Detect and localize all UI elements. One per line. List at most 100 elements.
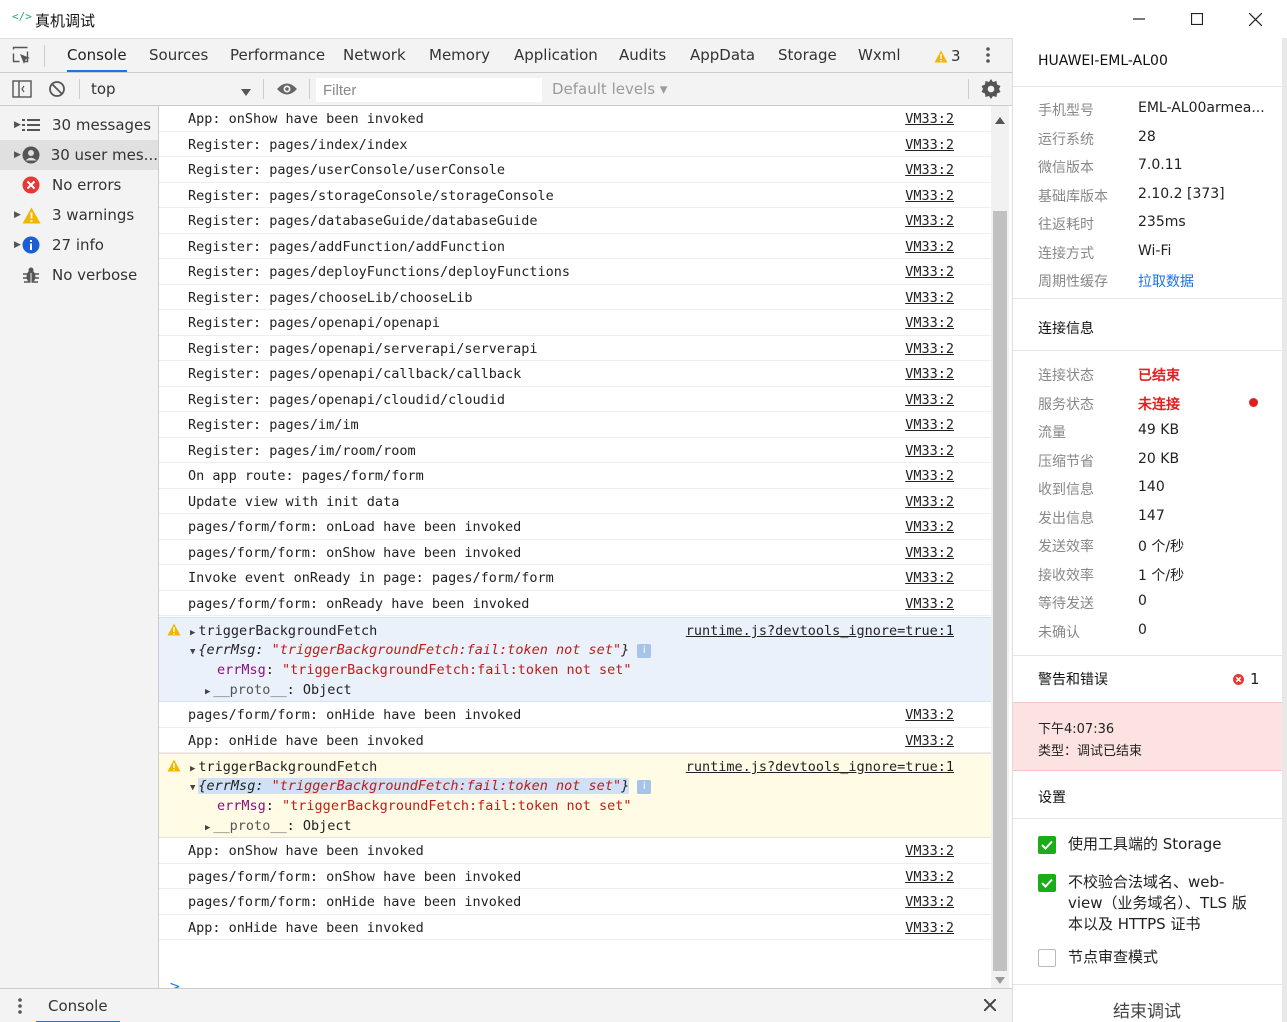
log-row[interactable]: pages/form/form: onShow have been invoke… — [159, 864, 991, 889]
tab-memory[interactable]: Memory — [429, 39, 490, 72]
sidebar-item-errors[interactable]: No errors — [0, 170, 158, 200]
expand-arrow-icon[interactable]: ▶ — [0, 120, 21, 130]
scrollbar-thumb[interactable] — [993, 211, 1007, 971]
log-row[interactable]: Register: pages/databaseGuide/databaseGu… — [159, 208, 991, 234]
close-window-button[interactable] — [1232, 6, 1278, 32]
sidebar-toggle-icon[interactable] — [12, 80, 32, 102]
tab-console[interactable]: Console — [67, 39, 127, 72]
source-link[interactable]: VM33:2 — [905, 707, 954, 723]
source-link[interactable]: VM33:2 — [905, 162, 954, 178]
source-link[interactable]: VM33:2 — [905, 545, 954, 561]
log-row[interactable]: Register: pages/storageConsole/storageCo… — [159, 183, 991, 208]
tab-wxml[interactable]: Wxml — [858, 39, 901, 72]
log-row[interactable]: Update view with init data VM33:2 — [159, 489, 991, 514]
alerts-count-badge[interactable]: 1 — [1233, 670, 1260, 688]
maximize-button[interactable] — [1174, 6, 1220, 32]
sidebar-item-info[interactable]: ▶ 27 info — [0, 230, 158, 260]
expand-arrow-icon[interactable]: ▶ — [190, 628, 195, 638]
source-link[interactable]: VM33:2 — [905, 869, 954, 885]
sidebar-item-warnings[interactable]: ▶ 3 warnings — [0, 200, 158, 230]
close-drawer-icon[interactable] — [983, 998, 997, 1015]
source-link[interactable]: VM33:2 — [905, 290, 954, 306]
log-row[interactable]: On app route: pages/form/form VM33:2 — [159, 463, 991, 489]
log-row[interactable]: pages/form/form: onLoad have been invoke… — [159, 514, 991, 540]
log-row[interactable]: Register: pages/chooseLib/chooseLib VM33:… — [159, 285, 991, 310]
log-row[interactable]: App: onHide have been invoked VM33:2 — [159, 915, 991, 940]
source-link[interactable]: VM33:2 — [905, 264, 954, 280]
more-options-icon[interactable] — [985, 45, 991, 69]
source-link[interactable]: VM33:2 — [905, 111, 954, 127]
source-link[interactable]: VM33:2 — [905, 417, 954, 433]
alert-item[interactable]: 下午4:07:36 类型：调试已结束 — [1013, 702, 1287, 771]
gear-icon[interactable] — [981, 79, 1001, 103]
expand-arrow-icon[interactable]: ▶ — [190, 764, 195, 774]
dropdown-arrow-icon[interactable] — [241, 85, 251, 101]
log-row[interactable]: Register: pages/index/index VM33:2 — [159, 132, 991, 157]
source-link[interactable]: VM33:2 — [905, 733, 954, 749]
source-link[interactable]: VM33:2 — [905, 443, 954, 459]
log-row[interactable]: pages/form/form: onHide have been invoke… — [159, 889, 991, 915]
source-link[interactable]: VM33:2 — [905, 341, 954, 357]
log-row[interactable]: App: onShow have been invoked VM33:2 — [159, 838, 991, 864]
log-row[interactable]: Register: pages/userConsole/userConsole V… — [159, 157, 991, 183]
source-link[interactable]: VM33:2 — [905, 570, 954, 586]
sidebar-item-messages[interactable]: ▶ 30 messages — [0, 110, 158, 140]
end-debug-button[interactable]: 结束调试 — [1113, 997, 1181, 1022]
log-row[interactable]: App: onHide have been invoked VM33:2 — [159, 728, 991, 753]
expand-arrow-icon[interactable]: ▶ — [205, 823, 210, 833]
source-link[interactable]: VM33:2 — [905, 894, 954, 910]
source-link[interactable]: runtime.js?devtools_ignore=true:1 — [686, 759, 954, 775]
log-row[interactable]: Register: pages/im/im VM33:2 — [159, 412, 991, 438]
sidebar-item-user-messages[interactable]: ▶ 30 user mes... — [0, 140, 158, 170]
log-row[interactable]: pages/form/form: onHide have been invoke… — [159, 702, 991, 728]
log-row[interactable]: Register: pages/deployFunctions/deployFu… — [159, 259, 991, 285]
eye-icon[interactable] — [276, 81, 298, 101]
source-link[interactable]: VM33:2 — [905, 137, 954, 153]
info-badge-icon[interactable]: i — [637, 780, 652, 794]
source-link[interactable]: VM33:2 — [905, 392, 954, 408]
tab-storage[interactable]: Storage — [778, 39, 837, 72]
source-link[interactable]: VM33:2 — [905, 315, 954, 331]
info-value[interactable]: 拉取数据 — [1138, 271, 1268, 291]
expand-arrow-icon[interactable]: ▶ — [205, 687, 210, 697]
log-scrollbar[interactable] — [991, 106, 1009, 988]
context-selector[interactable]: top — [91, 80, 116, 98]
drawer-tab-console[interactable]: Console — [36, 989, 120, 1022]
tab-network[interactable]: Network — [343, 39, 406, 72]
log-row[interactable]: Register: pages/openapi/openapi VM33:2 — [159, 310, 991, 336]
console-prompt[interactable]: > — [169, 979, 181, 988]
expand-arrow-icon[interactable]: ▶ — [0, 210, 21, 220]
source-link[interactable]: VM33:2 — [905, 596, 954, 612]
filter-input[interactable] — [316, 78, 542, 102]
info-badge-icon[interactable]: i — [637, 644, 652, 658]
log-row[interactable]: Register: pages/openapi/cloudid/cloudid V… — [159, 387, 991, 412]
log-row[interactable]: Register: pages/im/room/room VM33:2 — [159, 438, 991, 463]
log-row[interactable]: Register: pages/openapi/serverapi/server… — [159, 336, 991, 361]
drawer-menu-icon[interactable] — [17, 996, 23, 1020]
log-row[interactable]: Register: pages/openapi/callback/callbac… — [159, 361, 991, 387]
log-row[interactable]: pages/form/form: onShow have been invoke… — [159, 540, 991, 565]
source-link[interactable]: runtime.js?devtools_ignore=true:1 — [686, 623, 954, 639]
scroll-down-icon[interactable] — [995, 972, 1005, 988]
tab-audits[interactable]: Audits — [619, 39, 666, 72]
source-link[interactable]: VM33:2 — [905, 920, 954, 936]
source-link[interactable]: VM33:2 — [905, 239, 954, 255]
inspect-element-icon[interactable] — [12, 46, 32, 70]
source-link[interactable]: VM33:2 — [905, 494, 954, 510]
tab-appdata[interactable]: AppData — [690, 39, 755, 72]
checkbox-checked-icon[interactable] — [1038, 874, 1056, 892]
tab-sources[interactable]: Sources — [149, 39, 208, 72]
collapse-arrow-icon[interactable]: ▼ — [190, 647, 195, 657]
source-link[interactable]: VM33:2 — [905, 366, 954, 382]
expand-arrow-icon[interactable]: ▶ — [0, 240, 21, 250]
tab-performance[interactable]: Performance — [230, 39, 325, 72]
expand-arrow-icon[interactable]: ▶ — [0, 150, 21, 160]
source-link[interactable]: VM33:2 — [905, 188, 954, 204]
warning-message[interactable]: ▶ triggerBackgroundFetch runtime.js?devto… — [159, 617, 991, 702]
checkbox-checked-icon[interactable] — [1038, 836, 1056, 854]
source-link[interactable]: VM33:2 — [905, 213, 954, 229]
warnings-badge[interactable]: 3 — [934, 47, 961, 65]
clear-console-icon[interactable] — [48, 80, 66, 102]
log-row[interactable]: App: onShow have been invoked VM33:2 — [159, 106, 991, 132]
minimize-button[interactable] — [1116, 6, 1162, 32]
